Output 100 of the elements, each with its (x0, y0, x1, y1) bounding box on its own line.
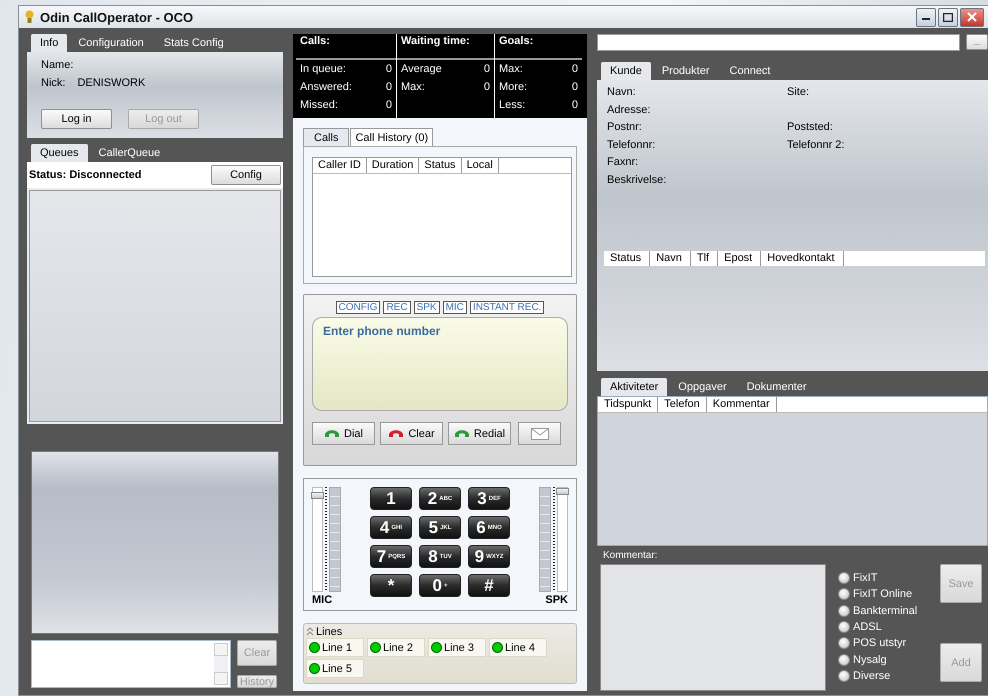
stat-label: In queue: (300, 63, 346, 75)
column-header[interactable]: Caller ID (313, 158, 367, 173)
column-header[interactable]: Navn (650, 251, 691, 266)
tab[interactable]: Stats Config (154, 35, 233, 52)
column-header[interactable]: Status (419, 158, 462, 173)
radio-button[interactable] (838, 637, 850, 650)
radio-label[interactable]: Diverse (853, 670, 890, 682)
maximize-button[interactable] (938, 8, 958, 26)
stats-heading: Goals: (495, 34, 582, 60)
tab[interactable]: Queues (31, 144, 88, 162)
slider-thumb[interactable] (311, 492, 324, 499)
stats-heading: Calls: (296, 34, 396, 60)
envelope-icon (530, 428, 548, 440)
radio-button[interactable] (838, 670, 850, 682)
stat-value: 0 (484, 63, 490, 75)
comment-field[interactable] (600, 564, 826, 691)
radio-label[interactable]: ADSL (853, 621, 882, 634)
column-header[interactable]: Tidspunkt (598, 397, 658, 412)
stat-value: 0 (572, 63, 578, 75)
field-label: Postnr: (607, 121, 643, 135)
toggle-link[interactable]: SPK (414, 301, 440, 314)
stat-label: Average (401, 63, 442, 75)
tab[interactable]: Oppgaver (669, 379, 736, 396)
field-label: Name: (41, 59, 74, 71)
field-label: Site: (787, 86, 810, 100)
column-header[interactable]: Status (604, 251, 650, 266)
column-header[interactable]: Kommentar (706, 397, 777, 412)
stat-value: 0 (386, 99, 392, 111)
call-button[interactable]: Clear (380, 422, 443, 445)
column-header[interactable]: Telefon (658, 397, 707, 412)
radio-button[interactable] (838, 654, 850, 666)
login-button[interactable]: Log in (41, 109, 112, 129)
radio-label[interactable]: Nysalg (853, 654, 887, 666)
radio-button[interactable] (838, 572, 850, 584)
field-label: Telefonnr: (607, 138, 656, 152)
tab[interactable]: CallerQueue (90, 145, 170, 162)
keypad-key[interactable]: # (468, 574, 510, 597)
column-header[interactable]: Hovedkontakt (761, 251, 844, 266)
column-header[interactable]: Epost (718, 251, 762, 266)
field-label: Navn: (607, 86, 637, 100)
line-button[interactable]: Line 1 (306, 638, 364, 657)
slider-label: SPK (544, 594, 568, 606)
line-button[interactable]: Line 2 (367, 638, 425, 657)
collapse-chevron-icon[interactable] (306, 627, 314, 636)
stat-label: Max: (499, 63, 523, 75)
tab[interactable]: Produkter (652, 63, 719, 80)
radio-button[interactable] (838, 604, 850, 617)
app-bulb-icon (25, 10, 34, 24)
field-value: DENISWORK (77, 77, 146, 89)
column-header[interactable]: Tlf (690, 251, 718, 266)
keypad-key[interactable]: 1 (370, 487, 412, 510)
column-header[interactable]: Duration (366, 158, 420, 173)
field-label: Nick: (41, 77, 66, 89)
field-label: Faxnr: (607, 156, 640, 170)
tab[interactable]: Configuration (69, 35, 153, 52)
close-button[interactable] (960, 8, 984, 26)
field-label: Adresse: (607, 104, 652, 118)
radio-label[interactable]: POS utstyr (853, 637, 906, 650)
stat-value: 0 (572, 81, 578, 93)
line-button[interactable]: Line 3 (428, 638, 486, 657)
radio-label[interactable]: FixIT (853, 572, 878, 584)
minimize-button[interactable] (916, 8, 936, 26)
toggle-link[interactable]: REC (383, 301, 411, 314)
line-button[interactable]: Line 5 (306, 659, 364, 678)
slider-label: MIC (312, 594, 334, 606)
tab[interactable]: Connect (720, 63, 780, 80)
radio-label[interactable]: Bankterminal (853, 604, 918, 617)
toggle-link[interactable]: CONFIG (336, 301, 380, 314)
section-title: Lines (316, 626, 342, 638)
stat-value: 0 (386, 63, 392, 75)
keypad-key[interactable]: * (370, 574, 412, 597)
call-button[interactable]: Dial (312, 422, 375, 445)
call-button[interactable]: Redial (448, 422, 511, 445)
toggle-link[interactable]: MIC (442, 301, 467, 314)
window-title: Odin CallOperator - OCO (40, 10, 194, 24)
radio-button[interactable] (838, 588, 850, 600)
field-label: Beskrivelse: (607, 174, 668, 188)
maximize-icon (943, 12, 953, 22)
column-header[interactable]: Local (462, 158, 499, 173)
tab[interactable]: Call History (0) (350, 128, 434, 146)
tab[interactable]: Info (31, 34, 68, 52)
tab[interactable]: Calls (303, 128, 350, 146)
slider-thumb[interactable] (556, 488, 569, 495)
tab[interactable]: Kunde (601, 62, 651, 80)
config-button[interactable]: Config (211, 165, 281, 185)
field-label: Telefonnr 2: (787, 138, 846, 152)
tab[interactable]: Dokumenter (738, 379, 816, 396)
stats-heading: Waiting time: (397, 34, 494, 60)
message-button[interactable] (518, 422, 561, 445)
line-button[interactable]: Line 4 (489, 638, 547, 657)
stat-label: More: (499, 81, 528, 93)
phone-number-field[interactable]: Enter phone number (312, 317, 568, 411)
browse-button[interactable]: ... (966, 34, 988, 50)
radio-label[interactable]: FixIT Online (853, 588, 912, 600)
phone-handset-icon (454, 428, 470, 439)
search-field[interactable] (597, 34, 960, 51)
radio-button[interactable] (838, 621, 850, 634)
tab[interactable]: Aktiviteter (601, 378, 668, 396)
toggle-link[interactable]: INSTANT REC. (470, 301, 544, 314)
connection-status: Status: Disconnected (29, 169, 142, 181)
